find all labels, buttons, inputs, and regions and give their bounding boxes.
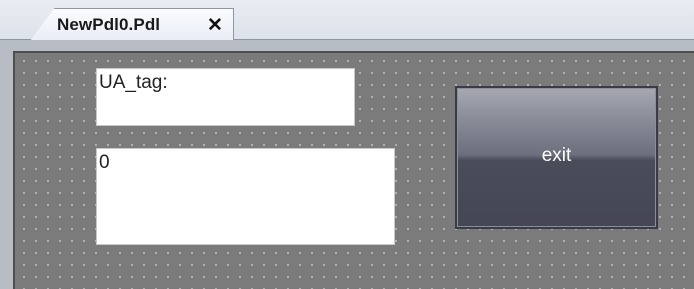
ua-tag-field[interactable]: UA_tag: xyxy=(96,68,355,126)
value-field[interactable]: 0 xyxy=(96,148,395,245)
exit-button[interactable]: exit xyxy=(455,86,658,229)
tab-title: NewPdl0.Pdl xyxy=(57,15,161,34)
exit-button-label: exit xyxy=(541,144,572,166)
tab-newpdl0[interactable]: NewPdl0.Pdl ✕ xyxy=(30,8,234,41)
close-icon[interactable]: ✕ xyxy=(207,14,223,37)
tab-strip: NewPdl0.Pdl ✕ xyxy=(0,0,694,41)
